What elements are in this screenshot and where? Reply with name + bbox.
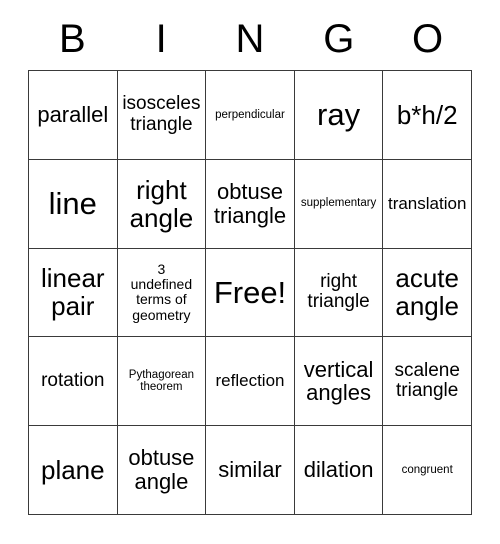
bingo-cell-free-space[interactable]: Free! — [206, 248, 295, 338]
bingo-cell-label: scalene triangle — [394, 359, 460, 402]
bingo-cell-label: translation — [387, 193, 467, 213]
bingo-cell-o4[interactable]: scalene triangle — [383, 337, 472, 427]
bingo-cell-label: 3 undefined terms of geometry — [130, 261, 193, 323]
bingo-cell-o5[interactable]: congruent — [383, 426, 472, 515]
bingo-cell-b5[interactable]: plane — [29, 426, 118, 515]
bingo-cell-label: ray — [317, 97, 361, 133]
header-letter-o: O — [412, 17, 444, 61]
bingo-cell-o1[interactable]: b*h/2 — [383, 71, 472, 160]
bingo-cell-b3[interactable]: linear pair — [29, 248, 118, 338]
bingo-cell-label: Pythagorean theorem — [128, 368, 194, 394]
bingo-cell-n1[interactable]: perpendicular — [206, 71, 295, 160]
bingo-header-row: B I N G O — [28, 8, 472, 70]
bingo-cell-g2[interactable]: supplementary — [294, 159, 384, 249]
bingo-cell-g3[interactable]: right triangle — [294, 248, 384, 338]
bingo-cell-label: perpendicular — [215, 108, 285, 121]
bingo-cell-g1[interactable]: ray — [294, 71, 384, 160]
bingo-cell-label: dilation — [303, 457, 374, 483]
bingo-cell-label: right angle — [129, 174, 194, 233]
header-letter-i: I — [155, 17, 167, 61]
bingo-cell-b4[interactable]: rotation — [29, 337, 118, 427]
bingo-cell-i3[interactable]: 3 undefined terms of geometry — [117, 248, 207, 338]
bingo-cell-n4[interactable]: reflection — [206, 337, 295, 427]
bingo-cell-label: b*h/2 — [396, 99, 458, 130]
bingo-cell-label: right triangle — [307, 270, 370, 313]
bingo-cell-o2[interactable]: translation — [383, 159, 472, 249]
bingo-cell-label: acute angle — [395, 263, 459, 322]
bingo-cell-o3[interactable]: acute angle — [383, 248, 472, 338]
bingo-cell-i4[interactable]: Pythagorean theorem — [117, 337, 207, 427]
bingo-cell-g4[interactable]: vertical angles — [294, 337, 384, 427]
bingo-cell-label: vertical angles — [303, 356, 374, 406]
header-letter-n: N — [235, 17, 265, 61]
bingo-card: B I N G O parallel isosceles triangle pe… — [0, 0, 500, 544]
header-letter-g: G — [323, 17, 355, 61]
bingo-cell-label: reflection — [215, 371, 285, 391]
bingo-cell-b2[interactable]: line — [29, 159, 118, 249]
bingo-cell-label: linear pair — [41, 263, 105, 322]
bingo-cell-n2[interactable]: obtuse triangle — [206, 159, 295, 249]
bingo-cell-label: line — [48, 185, 97, 221]
bingo-cell-i1[interactable]: isosceles triangle — [117, 71, 207, 160]
bingo-cell-label: similar — [218, 457, 282, 483]
bingo-cell-n5[interactable]: similar — [206, 426, 295, 515]
bingo-cell-label: congruent — [401, 463, 453, 476]
bingo-cell-label: isosceles triangle — [122, 93, 201, 135]
bingo-grid: parallel isosceles triangle perpendicula… — [28, 70, 472, 515]
bingo-cell-label: parallel — [37, 102, 109, 128]
bingo-cell-label: supplementary — [300, 197, 377, 210]
bingo-cell-b1[interactable]: parallel — [29, 71, 118, 160]
bingo-cell-label: Free! — [213, 274, 287, 310]
bingo-cell-g5[interactable]: dilation — [294, 426, 384, 515]
bingo-cell-i2[interactable]: right angle — [117, 159, 207, 249]
bingo-cell-i5[interactable]: obtuse angle — [117, 426, 207, 515]
bingo-cell-label: plane — [40, 455, 105, 486]
bingo-cell-label: obtuse angle — [128, 445, 195, 495]
bingo-cell-label: rotation — [41, 370, 105, 392]
bingo-cell-label: obtuse triangle — [213, 178, 287, 228]
header-letter-b: B — [59, 17, 86, 61]
